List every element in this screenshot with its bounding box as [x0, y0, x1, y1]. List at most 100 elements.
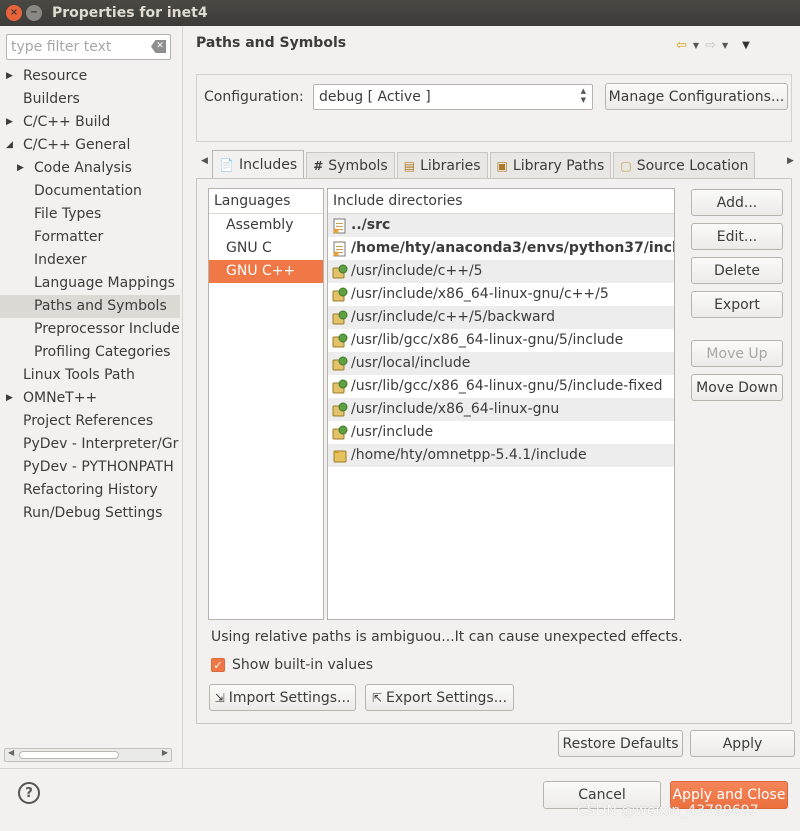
export-button[interactable]: Export — [691, 291, 783, 318]
collapsed-arrow-icon[interactable]: ▶ — [17, 157, 24, 180]
sidebar-item-label: Profiling Categories — [34, 344, 171, 360]
sidebar-item[interactable]: Linux Tools Path — [0, 364, 180, 387]
sidebar-item[interactable]: Language Mappings — [0, 272, 180, 295]
forward-arrow-icon[interactable]: ⇨ — [705, 38, 716, 53]
languages-header: Languages — [209, 189, 323, 214]
include-directory-path: /usr/include — [351, 424, 434, 440]
tab-label: Libraries — [420, 158, 481, 174]
apply-button[interactable]: Apply — [690, 730, 795, 757]
sidebar-item[interactable]: Builders — [0, 88, 180, 111]
builtin-include-icon — [332, 379, 348, 395]
tab-symbols[interactable]: # Symbols — [306, 152, 395, 179]
sidebar-horizontal-scrollbar[interactable]: ◀ ▶ — [4, 748, 172, 762]
sidebar-item[interactable]: Profiling Categories — [0, 341, 180, 364]
configuration-value: debug [ Active ] — [319, 89, 431, 105]
language-item[interactable]: GNU C++ — [209, 260, 323, 283]
back-dropdown-icon[interactable]: ▼ — [693, 41, 699, 50]
sidebar-item[interactable]: Preprocessor Include — [0, 318, 180, 341]
include-directory-row[interactable]: /usr/include — [328, 421, 674, 444]
include-directory-row[interactable]: /usr/lib/gcc/x86_64-linux-gnu/5/include — [328, 329, 674, 352]
language-item[interactable]: GNU C — [209, 237, 323, 260]
language-item[interactable]: Assembly — [209, 214, 323, 237]
include-directory-row[interactable]: /home/hty/omnetpp-5.4.1/include — [328, 444, 674, 467]
hash-icon: # — [313, 159, 324, 173]
view-menu-icon[interactable]: ▼ — [742, 40, 750, 51]
collapsed-arrow-icon[interactable]: ▶ — [6, 111, 13, 134]
watermark-text: CSDN @weixin_43789697 — [577, 803, 759, 819]
sidebar-item[interactable]: Indexer — [0, 249, 180, 272]
include-directory-row[interactable]: ../src — [328, 214, 674, 237]
include-icon: 📄 — [219, 158, 234, 172]
sidebar-item[interactable]: ▶ OMNeT++ — [0, 387, 180, 410]
export-settings-label: Export Settings... — [386, 689, 508, 706]
include-directory-row[interactable]: /usr/include/c++/5/backward — [328, 306, 674, 329]
manage-configurations-button[interactable]: Manage Configurations... — [605, 83, 788, 110]
include-directory-path: /home/hty/anaconda3/envs/python37/includ… — [351, 240, 675, 256]
builtin-include-icon — [332, 333, 348, 349]
edit-button[interactable]: Edit... — [691, 223, 783, 250]
import-settings-label: Import Settings... — [228, 689, 351, 706]
builtin-include-icon — [332, 356, 348, 372]
include-directory-path: /usr/include/x86_64-linux-gnu/c++/5 — [351, 286, 609, 302]
minimize-window-button[interactable]: − — [26, 5, 42, 21]
tab-source-location[interactable]: ▢ Source Location — [613, 152, 756, 179]
sidebar-item[interactable]: ▶ Code Analysis — [0, 157, 180, 180]
sidebar-item-label: Refactoring History — [23, 482, 158, 498]
sidebar-item[interactable]: File Types — [0, 203, 180, 226]
sidebar-item-label: Documentation — [34, 183, 142, 199]
sidebar-item[interactable]: Run/Debug Settings — [0, 502, 180, 525]
export-settings-button[interactable]: ⇱ Export Settings... — [365, 684, 514, 711]
expanded-arrow-icon[interactable]: ◢ — [6, 134, 13, 157]
sidebar-item-label: C/C++ Build — [23, 114, 111, 130]
sidebar-item[interactable]: PyDev - PYTHONPATH — [0, 456, 180, 479]
add-button[interactable]: Add... — [691, 189, 783, 216]
restore-defaults-button[interactable]: Restore Defaults — [558, 730, 683, 757]
tab-libraries[interactable]: ▤ Libraries — [396, 152, 488, 179]
scroll-right-icon[interactable]: ▶ — [162, 748, 168, 757]
delete-button[interactable]: Delete — [691, 257, 783, 284]
sidebar-item[interactable]: ◢ C/C++ General — [0, 134, 180, 157]
sidebar-item-label: Language Mappings — [34, 275, 175, 291]
sidebar-item[interactable]: ▶ Resource — [0, 65, 180, 88]
tab-includes[interactable]: 📄 Includes — [212, 150, 305, 179]
close-window-button[interactable]: × — [6, 5, 22, 21]
collapsed-arrow-icon[interactable]: ▶ — [6, 65, 13, 88]
back-arrow-icon[interactable]: ⇦ — [676, 38, 687, 53]
clear-filter-icon[interactable]: ✕ — [151, 40, 166, 53]
tab-scroll-right-icon[interactable]: ▶ — [787, 156, 794, 166]
sidebar-item-label: File Types — [34, 206, 102, 222]
scrollbar-thumb[interactable] — [19, 751, 119, 759]
include-directory-row[interactable]: /usr/include/c++/5 — [328, 260, 674, 283]
scroll-left-icon[interactable]: ◀ — [8, 748, 14, 757]
sidebar-item-label: C/C++ General — [23, 137, 131, 153]
sidebar-item[interactable]: Project References — [0, 410, 180, 433]
sidebar-item[interactable]: PyDev - Interpreter/Gr — [0, 433, 180, 456]
show-builtin-checkbox[interactable]: ✓ — [211, 658, 225, 672]
sidebar-item[interactable]: ▶ C/C++ Build — [0, 111, 180, 134]
include-directory-row[interactable]: /home/hty/anaconda3/envs/python37/includ… — [328, 237, 674, 260]
include-directories-list: Include directories ../src/home/hty/anac… — [327, 188, 675, 620]
collapsed-arrow-icon[interactable]: ▶ — [6, 387, 13, 410]
sidebar-divider[interactable] — [182, 26, 183, 768]
configuration-select[interactable]: debug [ Active ] ▲ ▼ — [313, 84, 593, 110]
include-directory-row[interactable]: /usr/local/include — [328, 352, 674, 375]
sidebar-item[interactable]: Refactoring History — [0, 479, 180, 502]
sidebar-item[interactable]: Formatter — [0, 226, 180, 249]
show-builtin-label[interactable]: Show built-in values — [232, 657, 373, 673]
properties-tree: ▶ Resource Builders ▶ C/C++ Build ◢ C/C++ Gene… — [0, 65, 180, 525]
sidebar-item-label: PyDev - Interpreter/Gr — [23, 436, 179, 452]
tab-scroll-left-icon[interactable]: ◀ — [201, 156, 208, 166]
filter-input[interactable] — [7, 38, 147, 56]
sidebar-item[interactable]: Documentation — [0, 180, 180, 203]
include-directory-row[interactable]: /usr/include/x86_64-linux-gnu/c++/5 — [328, 283, 674, 306]
tab-library-paths[interactable]: ▣ Library Paths — [489, 152, 612, 179]
forward-dropdown-icon[interactable]: ▼ — [722, 41, 728, 50]
import-settings-button[interactable]: ⇲ Import Settings... — [209, 684, 356, 711]
move-down-button[interactable]: Move Down — [691, 374, 783, 401]
sidebar-item-label: Indexer — [34, 252, 87, 268]
include-directory-row[interactable]: /usr/lib/gcc/x86_64-linux-gnu/5/include-… — [328, 375, 674, 398]
move-up-button[interactable]: Move Up — [691, 340, 783, 367]
sidebar-item[interactable]: Paths and Symbols — [0, 295, 180, 318]
help-icon[interactable]: ? — [18, 782, 40, 804]
include-directory-row[interactable]: /usr/include/x86_64-linux-gnu — [328, 398, 674, 421]
